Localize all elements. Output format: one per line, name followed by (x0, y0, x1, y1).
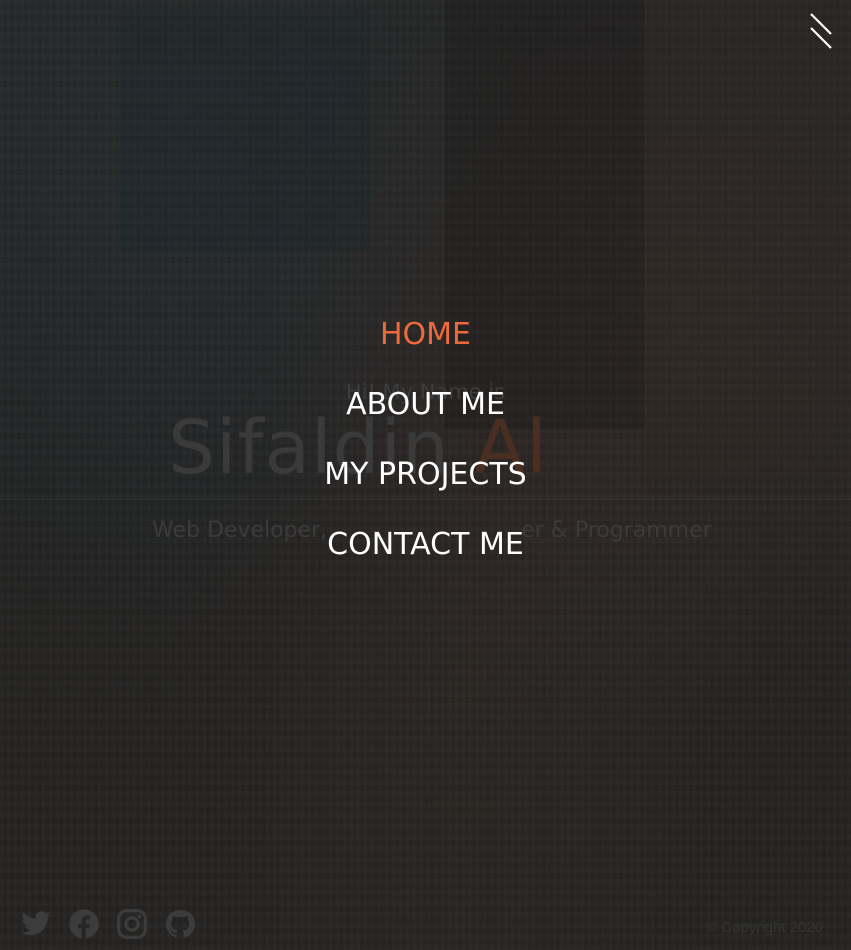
social-links (20, 908, 196, 940)
instagram-link[interactable] (116, 908, 148, 940)
page: Hi! My Name is Sifaldin Al Web Developer… (0, 0, 851, 950)
nav-item-contact[interactable]: CONTACT ME (327, 497, 524, 593)
github-link[interactable] (164, 908, 196, 940)
copyright-text: © Copyright 2020 (706, 919, 823, 936)
overlay-menu: HOME ABOUT ME MY PROJECTS CONTACT ME (0, 0, 851, 950)
facebook-icon (69, 909, 99, 939)
nav-list: HOME ABOUT ME MY PROJECTS CONTACT ME (324, 287, 526, 593)
twitter-link[interactable] (20, 908, 52, 940)
facebook-link[interactable] (68, 908, 100, 940)
instagram-icon (117, 909, 147, 939)
github-icon (165, 909, 195, 938)
twitter-icon (21, 911, 51, 936)
